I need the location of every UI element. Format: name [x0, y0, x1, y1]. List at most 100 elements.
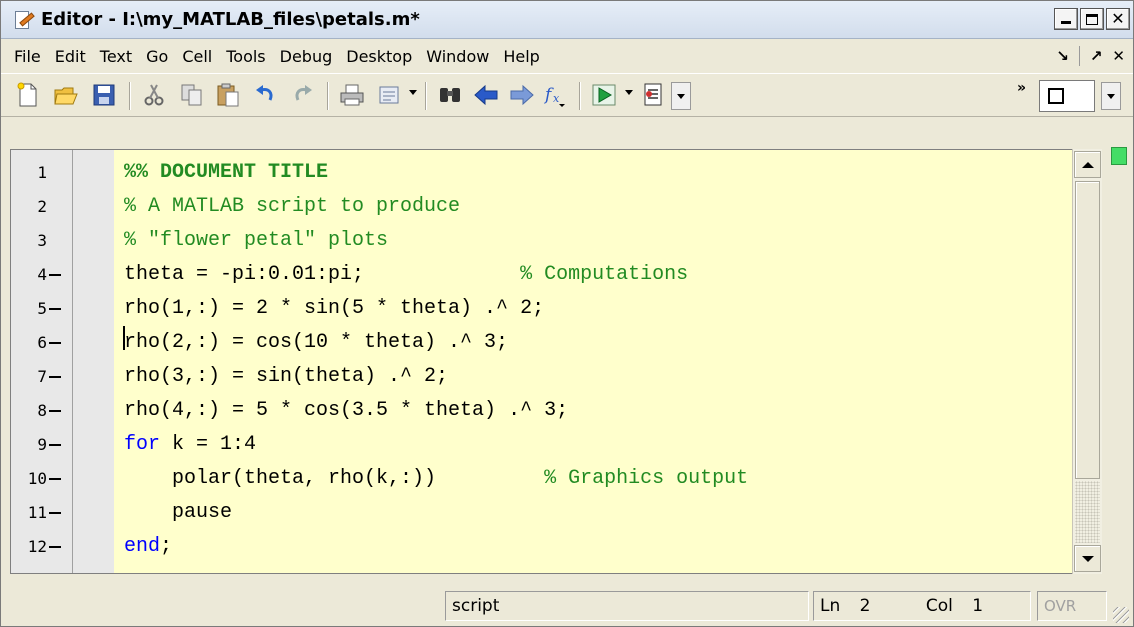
menu-file[interactable]: File: [7, 43, 48, 70]
code-text[interactable]: % "flower petal" plots: [124, 224, 388, 258]
undock-icon[interactable]: ↗: [1090, 47, 1103, 65]
menu-debug[interactable]: Debug: [273, 43, 340, 70]
code-token: rho(4,:) = 5 * cos(3.5 * theta) .^ 3;: [124, 399, 569, 422]
scroll-up-button[interactable]: [1074, 151, 1101, 178]
code-text[interactable]: end;: [124, 530, 172, 564]
close-document-icon[interactable]: ✕: [1112, 47, 1125, 65]
code-line[interactable]: 8 rho(4,:) = 5 * cos(3.5 * theta) .^ 3;: [11, 394, 1101, 428]
close-button[interactable]: ✕: [1106, 8, 1130, 30]
breakpoint-marker-icon[interactable]: [49, 376, 61, 378]
menu-tools[interactable]: Tools: [219, 43, 272, 70]
line-number: 1: [37, 163, 47, 182]
toolbar-overflow-chevron[interactable]: »: [1017, 80, 1026, 96]
keyword-token: for: [124, 433, 161, 456]
code-line[interactable]: 10 polar(theta, rho(k,:)) % Graphics out…: [11, 462, 1101, 496]
back-icon[interactable]: [473, 82, 499, 108]
scrollbar-track[interactable]: [1075, 481, 1100, 543]
code-text[interactable]: rho(4,:) = 5 * cos(3.5 * theta) .^ 3;: [124, 394, 568, 428]
status-bar: script Ln 2 Col 1 OVR: [1, 587, 1133, 627]
publish-dropdown-arrow[interactable]: [409, 90, 417, 95]
code-token: rho(3,:) = sin(theta) .^ 2;: [124, 365, 449, 388]
code-line[interactable]: 9 for k = 1:4: [11, 428, 1101, 462]
run-icon[interactable]: [591, 82, 617, 108]
publish-icon[interactable]: [377, 82, 403, 108]
function-icon[interactable]: f x: [543, 82, 569, 108]
code-text[interactable]: theta = -pi:0.01:pi; % Computations: [124, 258, 688, 292]
comment-token: % A MATLAB script to produce: [124, 195, 461, 218]
code-text[interactable]: for k = 1:4: [124, 428, 256, 462]
code-line[interactable]: 1 %% DOCUMENT TITLE: [11, 156, 1101, 190]
code-text[interactable]: % A MATLAB script to produce: [124, 190, 460, 224]
window-controls: ✕: [1054, 8, 1130, 30]
editor-window: Editor - I:\my_MATLAB_files\petals.m* ✕ …: [0, 0, 1134, 627]
code-text[interactable]: rho(3,:) = sin(theta) .^ 2;: [124, 360, 448, 394]
code-text[interactable]: pause: [124, 496, 232, 530]
menu-go[interactable]: Go: [139, 43, 175, 70]
vertical-scrollbar[interactable]: [1072, 149, 1102, 574]
open-folder-icon[interactable]: [53, 82, 79, 108]
breakpoint-marker-icon[interactable]: [49, 410, 61, 412]
breakpoint-marker-icon[interactable]: [49, 308, 61, 310]
copy-icon[interactable]: [179, 82, 205, 108]
run-dropdown-arrow[interactable]: [625, 90, 633, 95]
code-token: polar(theta, rho(k,:)): [124, 467, 545, 490]
menu-text[interactable]: Text: [93, 43, 139, 70]
menu-help[interactable]: Help: [496, 43, 546, 70]
minimize-button[interactable]: [1054, 8, 1078, 30]
menu-desktop[interactable]: Desktop: [339, 43, 419, 70]
save-icon[interactable]: [91, 82, 117, 108]
breakpoint-marker-icon[interactable]: [49, 444, 61, 446]
menu-cell[interactable]: Cell: [175, 43, 219, 70]
breakpoint-marker-icon[interactable]: [49, 512, 61, 514]
code-line[interactable]: 4 theta = -pi:0.01:pi; % Computations: [11, 258, 1101, 292]
code-text[interactable]: %% DOCUMENT TITLE: [124, 156, 328, 190]
breakpoint-marker-icon[interactable]: [49, 342, 61, 344]
dock-icon[interactable]: ↘: [1056, 47, 1069, 65]
cut-icon[interactable]: [141, 82, 167, 108]
line-number: 8: [37, 401, 47, 420]
window-title: Editor - I:\my_MATLAB_files\petals.m*: [41, 9, 420, 30]
code-token: rho(1,:) = 2 * sin(5 * theta) .^ 2;: [124, 297, 545, 320]
stack-dropdown[interactable]: [671, 82, 691, 110]
code-line[interactable]: 3 % "flower petal" plots: [11, 224, 1101, 258]
dock-controls: ↘ ↗ ✕: [1056, 46, 1125, 66]
undo-icon[interactable]: [253, 82, 279, 108]
forward-icon[interactable]: [509, 82, 535, 108]
breakpoint-marker-icon[interactable]: [49, 274, 61, 276]
code-text[interactable]: rho(2,:) = cos(10 * theta) .^ 3;: [124, 326, 508, 360]
breakpoint-marker-icon[interactable]: [49, 478, 61, 480]
menu-edit[interactable]: Edit: [48, 43, 93, 70]
code-line[interactable]: 2 % A MATLAB script to produce: [11, 190, 1101, 224]
code-line[interactable]: 11 pause: [11, 496, 1101, 530]
scrollbar-thumb[interactable]: [1075, 181, 1100, 479]
breakpoint-marker-icon[interactable]: [49, 546, 61, 548]
code-text[interactable]: rho(1,:) = 2 * sin(5 * theta) .^ 2;: [124, 292, 544, 326]
layout-box[interactable]: [1039, 80, 1095, 112]
maximize-button[interactable]: [1080, 8, 1104, 30]
code-text[interactable]: polar(theta, rho(k,:)) % Graphics output: [124, 462, 748, 496]
find-icon[interactable]: [437, 82, 463, 108]
resize-grip-icon[interactable]: [1113, 607, 1129, 623]
code-line[interactable]: 5 rho(1,:) = 2 * sin(5 * theta) .^ 2;: [11, 292, 1101, 326]
scroll-down-button[interactable]: [1074, 545, 1101, 572]
layout-square-icon: [1048, 88, 1064, 104]
svg-text:x: x: [553, 92, 560, 105]
code-token: rho(2,:) = cos(10 * theta) .^ 3;: [124, 331, 509, 354]
layout-dropdown[interactable]: [1101, 82, 1121, 110]
breakpoint-icon[interactable]: [641, 82, 667, 108]
line-number: 6: [37, 333, 47, 352]
code-line[interactable]: 12 end;: [11, 530, 1101, 564]
paste-icon[interactable]: [215, 82, 241, 108]
menu-window[interactable]: Window: [419, 43, 496, 70]
code-editor[interactable]: 1 %% DOCUMENT TITLE 2 % A MATLAB script to …: [10, 149, 1102, 574]
redo-icon[interactable]: [289, 82, 315, 108]
print-icon[interactable]: [339, 82, 365, 108]
line-number: 7: [37, 367, 47, 386]
new-file-icon[interactable]: [15, 82, 41, 108]
comment-token: % "flower petal" plots: [124, 229, 389, 252]
ln-value: 2: [859, 596, 871, 616]
code-line[interactable]: 6 rho(2,:) = cos(10 * theta) .^ 3;: [11, 326, 1101, 360]
code-line[interactable]: 7 rho(3,:) = sin(theta) .^ 2;: [11, 360, 1101, 394]
mlint-status-indicator[interactable]: [1111, 147, 1127, 165]
col-label: Col: [925, 596, 953, 616]
